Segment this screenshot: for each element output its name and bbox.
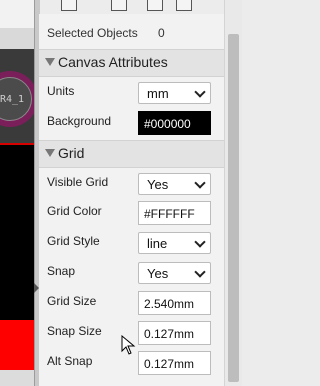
snap-select[interactable]: Yes xyxy=(138,262,211,284)
background-label: Background xyxy=(47,114,112,128)
grid-size-field[interactable]: 2.540mm xyxy=(138,291,211,315)
snap-size-value: 0.127mm xyxy=(144,327,195,341)
visible-grid-select[interactable]: Yes xyxy=(138,173,211,195)
snap-size-field[interactable]: 0.127mm xyxy=(138,321,211,345)
grid-style-value: line xyxy=(147,236,168,251)
section-canvas-attributes[interactable]: Canvas Attributes xyxy=(39,49,224,77)
top-toolbar xyxy=(39,0,241,14)
canvas-bottom-bar xyxy=(0,370,34,386)
alt-snap-field[interactable]: 0.127mm xyxy=(138,351,211,375)
copper-fill-region[interactable] xyxy=(0,320,34,370)
grid-color-label: Grid Color xyxy=(47,204,102,218)
collapse-triangle-icon xyxy=(45,149,55,157)
canvas-ruler xyxy=(0,28,34,50)
selected-objects-count: 0 xyxy=(158,26,165,40)
background-color-value: #000000 xyxy=(144,117,191,131)
mouse-cursor-icon xyxy=(121,335,136,355)
background-color-field[interactable]: #000000 xyxy=(138,111,211,135)
canvas-empty-area[interactable] xyxy=(0,145,34,320)
grid-color-value: #FFFFFF xyxy=(144,207,195,221)
chevron-down-icon xyxy=(194,177,206,189)
units-value: mm xyxy=(147,86,169,101)
snap-label: Snap xyxy=(47,264,76,278)
alt-snap-value: 0.127mm xyxy=(144,357,195,371)
chevron-down-icon xyxy=(194,266,206,278)
properties-panel: Selected Objects 0 Canvas Attributes Uni… xyxy=(39,14,224,386)
selected-objects-label: Selected Objects xyxy=(47,26,138,40)
snap-size-label: Snap Size xyxy=(47,324,102,338)
collapse-triangle-icon xyxy=(45,58,55,66)
grid-size-label: Grid Size xyxy=(47,294,97,308)
grid-style-select[interactable]: line xyxy=(138,232,211,254)
units-select[interactable]: mm xyxy=(138,82,211,104)
grid-icon[interactable] xyxy=(61,0,77,11)
scrollbar-thumb[interactable] xyxy=(228,34,239,382)
section-grid[interactable]: Grid xyxy=(39,140,224,168)
snap-value: Yes xyxy=(147,266,169,281)
chevron-down-icon xyxy=(194,236,206,248)
grid-size-value: 2.540mm xyxy=(144,297,195,311)
section-title: Grid xyxy=(58,145,85,161)
alt-snap-label: Alt Snap xyxy=(47,354,93,368)
grid-color-field[interactable]: #FFFFFF xyxy=(138,201,211,225)
visible-grid-label: Visible Grid xyxy=(47,175,109,189)
visible-grid-value: Yes xyxy=(147,177,169,192)
layer-icon[interactable] xyxy=(111,0,127,11)
grid-style-label: Grid Style xyxy=(47,234,100,248)
pad-label: R4_1 xyxy=(0,94,25,105)
section-title: Canvas Attributes xyxy=(58,54,168,70)
diamond-icon[interactable] xyxy=(176,0,192,11)
panel-scrollbar[interactable] xyxy=(224,0,242,386)
units-label: Units xyxy=(47,84,75,98)
chevron-down-icon xyxy=(194,86,206,98)
pcb-canvas[interactable]: R4_1 xyxy=(0,0,34,386)
canvas-toolstrip xyxy=(0,0,34,29)
zoom-icon[interactable] xyxy=(147,0,163,11)
